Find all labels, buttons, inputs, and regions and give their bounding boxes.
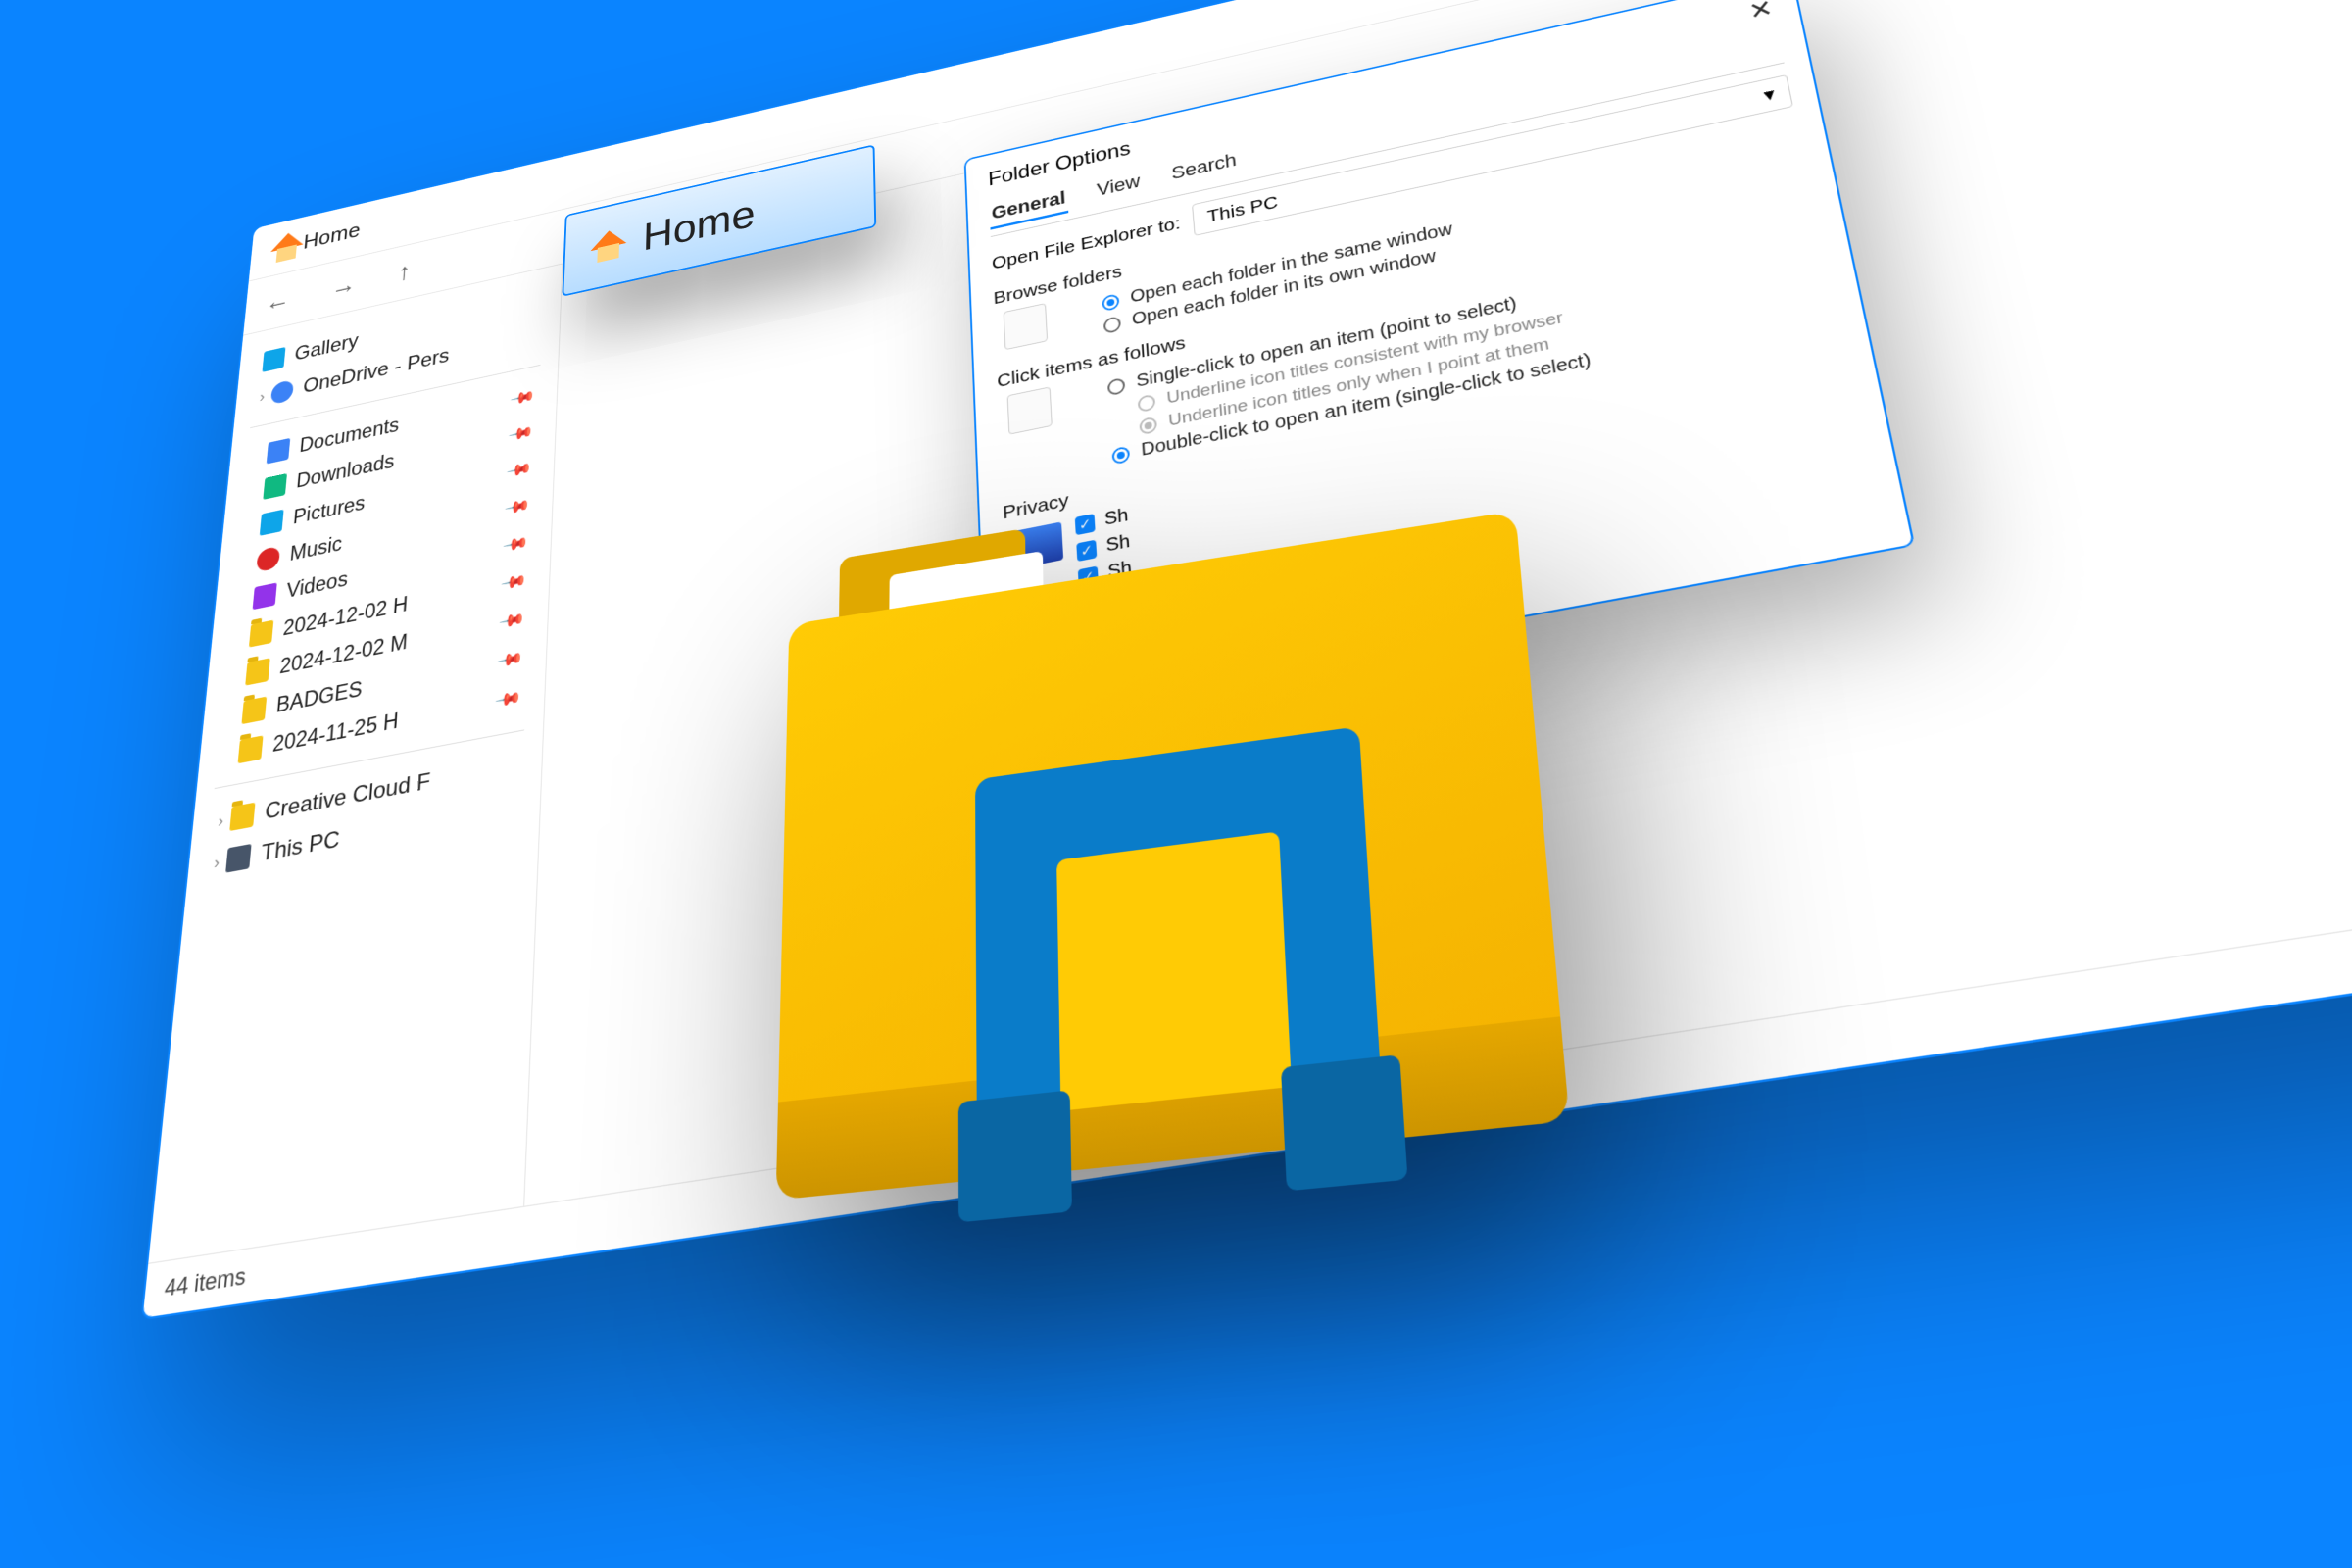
status-text: 44 items — [164, 1261, 247, 1302]
browse-folders-icon — [1004, 303, 1048, 350]
pin-icon: 📌 — [505, 458, 532, 483]
gallery-icon — [262, 347, 285, 372]
chevron-down-icon: ▾ — [1762, 83, 1777, 106]
tab-search[interactable]: Search — [1168, 146, 1240, 190]
folder-icon — [229, 803, 255, 831]
click-items-icon — [1007, 386, 1053, 434]
cloud-icon — [270, 379, 294, 405]
pin-icon: 📌 — [507, 421, 534, 447]
up-button[interactable]: ↑ — [397, 258, 412, 287]
pc-icon — [225, 844, 251, 873]
forward-button[interactable]: → — [330, 270, 358, 302]
music-icon — [256, 545, 280, 571]
tab-general[interactable]: General — [989, 183, 1068, 229]
folder-icon — [241, 696, 267, 724]
doc-icon — [267, 437, 290, 464]
pin-icon: 📌 — [504, 494, 531, 520]
pin-icon: 📌 — [498, 608, 526, 635]
pin-icon: 📌 — [494, 686, 522, 714]
folder-icon — [249, 619, 273, 647]
pic-icon — [260, 509, 284, 535]
tab-view[interactable]: View — [1094, 167, 1143, 207]
back-button[interactable]: ← — [265, 285, 292, 318]
radio-icon — [1111, 445, 1130, 465]
radio-icon — [1138, 394, 1156, 413]
radio-icon — [1139, 416, 1157, 436]
dropdown-value: This PC — [1206, 192, 1279, 227]
pin-icon: 📌 — [500, 569, 527, 597]
file-explorer-logo-icon — [773, 437, 1664, 1300]
home-icon — [590, 226, 627, 264]
video-icon — [253, 582, 277, 610]
radio-icon — [1107, 376, 1126, 395]
home-icon — [270, 229, 305, 264]
folder-icon — [238, 735, 264, 763]
chip-label: Home — [642, 190, 755, 260]
chevron-right-icon: › — [259, 387, 266, 405]
down-icon — [263, 473, 287, 500]
pin-icon: 📌 — [509, 385, 536, 411]
folder-icon — [245, 658, 270, 685]
chevron-right-icon: › — [218, 810, 224, 831]
sidebar-item-label: Videos — [285, 567, 348, 604]
close-button[interactable]: ✕ — [1746, 0, 1776, 25]
radio-icon — [1103, 316, 1121, 334]
radio-icon — [1102, 293, 1119, 312]
window-title: Home — [302, 218, 361, 254]
chevron-right-icon: › — [213, 852, 220, 872]
pin-icon: 📌 — [502, 531, 529, 558]
sidebar: Gallery › OneDrive - Pers Documents📌Down… — [148, 264, 563, 1262]
pin-icon: 📌 — [496, 646, 524, 673]
sidebar-item-label: Music — [289, 532, 343, 566]
sidebar-item-label: This PC — [260, 826, 340, 867]
